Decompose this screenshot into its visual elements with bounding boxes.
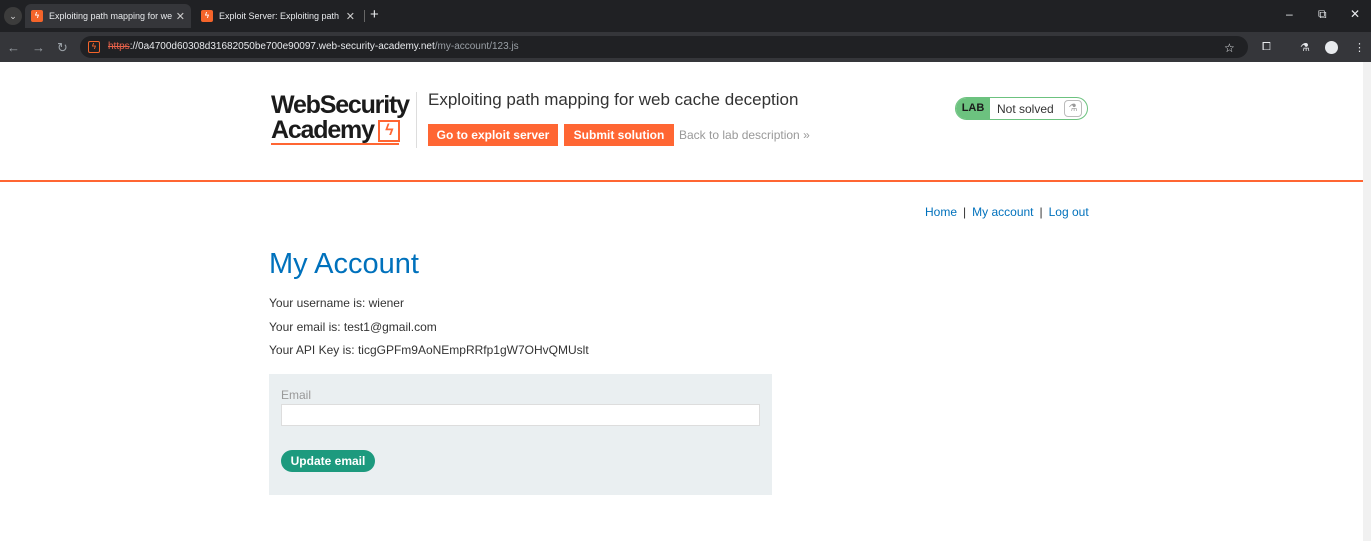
update-email-button[interactable]: Update email — [281, 450, 375, 472]
star-icon[interactable]: ☆ — [1224, 41, 1235, 55]
restore-icon[interactable]: ⧉ — [1318, 7, 1327, 22]
header-rule — [0, 180, 1363, 182]
web-security-academy-logo[interactable]: WebSecurity Academy ϟ — [271, 91, 416, 145]
nav-log-out-link[interactable]: Log out — [1049, 205, 1089, 219]
bolt-icon: ϟ — [31, 10, 43, 22]
nav-separator: | — [1039, 205, 1043, 219]
tab-title: Exploiting path mapping for we — [49, 11, 172, 21]
back-link-label: Back to lab description — [679, 128, 800, 142]
email-label: Email — [281, 388, 312, 402]
page-content: WebSecurity Academy ϟ Exploiting path ma… — [0, 62, 1363, 541]
header-divider — [416, 92, 417, 148]
tab-exploiting-path-mapping[interactable]: ϟ Exploiting path mapping for we ✕ — [25, 4, 191, 28]
address-bar[interactable]: ϟ https://0a4700d60308d31682050be700e900… — [80, 36, 1248, 58]
lab-status-text: Not solved — [997, 101, 1054, 116]
nav-home-link[interactable]: Home — [925, 205, 957, 219]
person-icon[interactable] — [1325, 41, 1338, 54]
page-title: My Account — [269, 248, 419, 280]
close-icon[interactable]: ✕ — [346, 10, 355, 23]
flask-icon[interactable]: ⚗ — [1300, 41, 1310, 54]
puzzle-icon[interactable]: ⧠ — [1262, 41, 1271, 54]
close-icon[interactable]: ✕ — [176, 10, 185, 23]
arrow-left-icon[interactable]: ← — [7, 40, 20, 55]
email-text: Your email is: test1@gmail.com — [269, 320, 437, 334]
lab-badge: LAB — [956, 98, 990, 119]
lab-status-widget: LAB Not solved ⚗ — [955, 97, 1088, 120]
change-email-form: Email Update email — [269, 374, 772, 495]
browser-tabbar: ⌄ ϟ Exploiting path mapping for we ✕ ϟ E… — [0, 0, 1371, 32]
bolt-icon: ϟ — [377, 119, 400, 142]
email-field[interactable] — [281, 404, 760, 426]
site-info-icon[interactable]: ϟ — [88, 41, 100, 53]
arrow-right-icon[interactable]: → — [32, 40, 45, 55]
url-scheme: https — [108, 41, 130, 52]
bolt-icon: ϟ — [201, 10, 213, 22]
url-text[interactable]: https://0a4700d60308d31682050be700e90097… — [108, 41, 519, 52]
flask-icon: ⚗ — [1064, 100, 1082, 117]
logo-line2: Academy ϟ — [271, 118, 416, 143]
api-key-text: Your API Key is: ticgGPFm9AoNEmpRRfp1gW7… — [269, 343, 589, 357]
close-icon[interactable]: ✕ — [1350, 7, 1360, 21]
back-to-lab-description-link[interactable]: Back to lab description » — [679, 128, 810, 142]
nav-my-account-link[interactable]: My account — [972, 205, 1033, 219]
url-host: ://0a4700d60308d31682050be700e90097.web-… — [129, 41, 435, 52]
logo-underline — [271, 143, 399, 145]
reload-icon[interactable]: ↻ — [57, 40, 68, 56]
browser-toolbar: ← → ↻ ϟ https://0a4700d60308d31682050be7… — [0, 32, 1371, 62]
url-path: /my-account/123.js — [434, 41, 519, 52]
tab-exploit-server[interactable]: ϟ Exploit Server: Exploiting path m ✕ — [195, 4, 361, 28]
logo-text-line1: WebSecurity — [271, 91, 410, 119]
lab-title: Exploiting path mapping for web cache de… — [428, 90, 799, 109]
page-scrollbar[interactable] — [1363, 62, 1371, 541]
double-chevron-right-icon: » — [803, 128, 810, 142]
username-text: Your username is: wiener — [269, 296, 404, 310]
minimize-icon[interactable]: – — [1286, 7, 1293, 21]
nav-separator: | — [963, 205, 967, 219]
tab-title: Exploit Server: Exploiting path m — [219, 11, 342, 21]
tab-separator — [364, 10, 365, 22]
chevron-down-icon[interactable]: ⌄ — [4, 7, 22, 25]
kebab-icon[interactable]: ⋮ — [1354, 41, 1365, 54]
plus-icon[interactable]: + — [370, 6, 379, 23]
logo-text-line2: Academy — [271, 116, 375, 144]
top-navigation: Home | My account | Log out — [925, 205, 1089, 219]
submit-solution-button[interactable]: Submit solution — [564, 124, 674, 146]
go-to-exploit-server-button[interactable]: Go to exploit server — [428, 124, 558, 146]
